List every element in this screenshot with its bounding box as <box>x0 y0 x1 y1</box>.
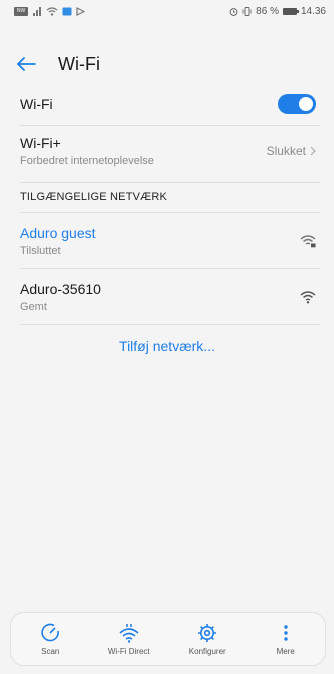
notification-icon <box>62 7 72 15</box>
wifi-icon <box>300 291 316 304</box>
wifi-status-icon <box>46 6 58 16</box>
section-header-label: TILGÆNGELIGE NETVÆRK <box>20 191 168 203</box>
network-status: Tilsluttet <box>20 245 61 257</box>
wifi-direct-icon <box>119 623 139 643</box>
divider <box>20 324 320 325</box>
divider <box>20 182 320 183</box>
wifi-plus-status: Slukket <box>266 144 306 158</box>
nav-item-scan[interactable]: Scan <box>15 623 85 656</box>
media-icon <box>76 6 85 16</box>
status-bar: NW 86 % 14.36 <box>0 0 334 22</box>
wifi-plus-title: Wi-Fi+ <box>20 135 61 151</box>
network-item-aduro-35610[interactable]: Aduro-35610 Gemt <box>0 272 334 322</box>
gear-icon <box>198 623 217 642</box>
alarm-icon <box>229 7 238 16</box>
status-left: NW <box>14 6 85 16</box>
nav-label: Scan <box>41 646 60 656</box>
nav-label: Wi-Fi Direct <box>107 646 150 656</box>
wifi-lock-icon <box>300 235 316 248</box>
more-icon <box>284 624 288 641</box>
wifi-plus-value: Slukket <box>267 144 316 158</box>
back-arrow-icon[interactable] <box>16 54 40 74</box>
network-name: Aduro guest <box>20 225 96 241</box>
wifi-toggle-label: Wi-Fi <box>20 96 53 112</box>
network-status: Gemt <box>20 301 47 313</box>
sim-icon: NW <box>14 6 28 16</box>
divider <box>20 212 320 213</box>
vibrate-icon <box>242 6 252 16</box>
signal-icon <box>33 6 41 16</box>
wifi-plus-text: Wi-Fi+ Forbedret internetoplevelse <box>20 135 154 167</box>
network-text: Aduro guest Tilsluttet <box>20 225 96 257</box>
available-networks-header: TILGÆNGELIGE NETVÆRK <box>0 186 334 208</box>
network-text: Aduro-35610 Gemt <box>20 281 101 313</box>
status-right: 86 % 14.36 <box>229 6 326 17</box>
nav-label: Mere <box>276 646 295 656</box>
scan-icon <box>41 623 60 641</box>
network-item-aduro-guest[interactable]: Aduro guest Tilsluttet <box>0 216 334 266</box>
bottom-nav: Scan Wi-Fi Direct Konfigurer Mere <box>10 612 326 666</box>
wifi-toggle-row[interactable]: Wi-Fi <box>0 86 334 122</box>
nav-item-configure[interactable]: Konfigurer <box>172 623 242 656</box>
clock: 14.36 <box>300 5 326 17</box>
page-title: Wi-Fi <box>58 53 100 74</box>
divider <box>20 268 320 269</box>
nav-item-more[interactable]: Mere <box>251 623 321 656</box>
divider <box>20 125 320 126</box>
app-bar: Wi-Fi <box>0 46 334 82</box>
nav-label: Konfigurer <box>188 646 226 656</box>
wifi-plus-subtitle: Forbedret internetoplevelse <box>20 155 154 167</box>
wifi-plus-row[interactable]: Wi-Fi+ Forbedret internetoplevelse Slukk… <box>0 128 334 174</box>
add-network-link[interactable]: Tilføj netværk... <box>0 338 334 354</box>
network-name: Aduro-35610 <box>20 281 101 297</box>
nav-item-wifi-direct[interactable]: Wi-Fi Direct <box>94 623 164 656</box>
battery-percent: 86 % <box>256 5 279 17</box>
wifi-toggle-switch[interactable] <box>278 94 316 114</box>
chevron-right-icon <box>310 146 316 156</box>
battery-icon <box>282 7 299 15</box>
